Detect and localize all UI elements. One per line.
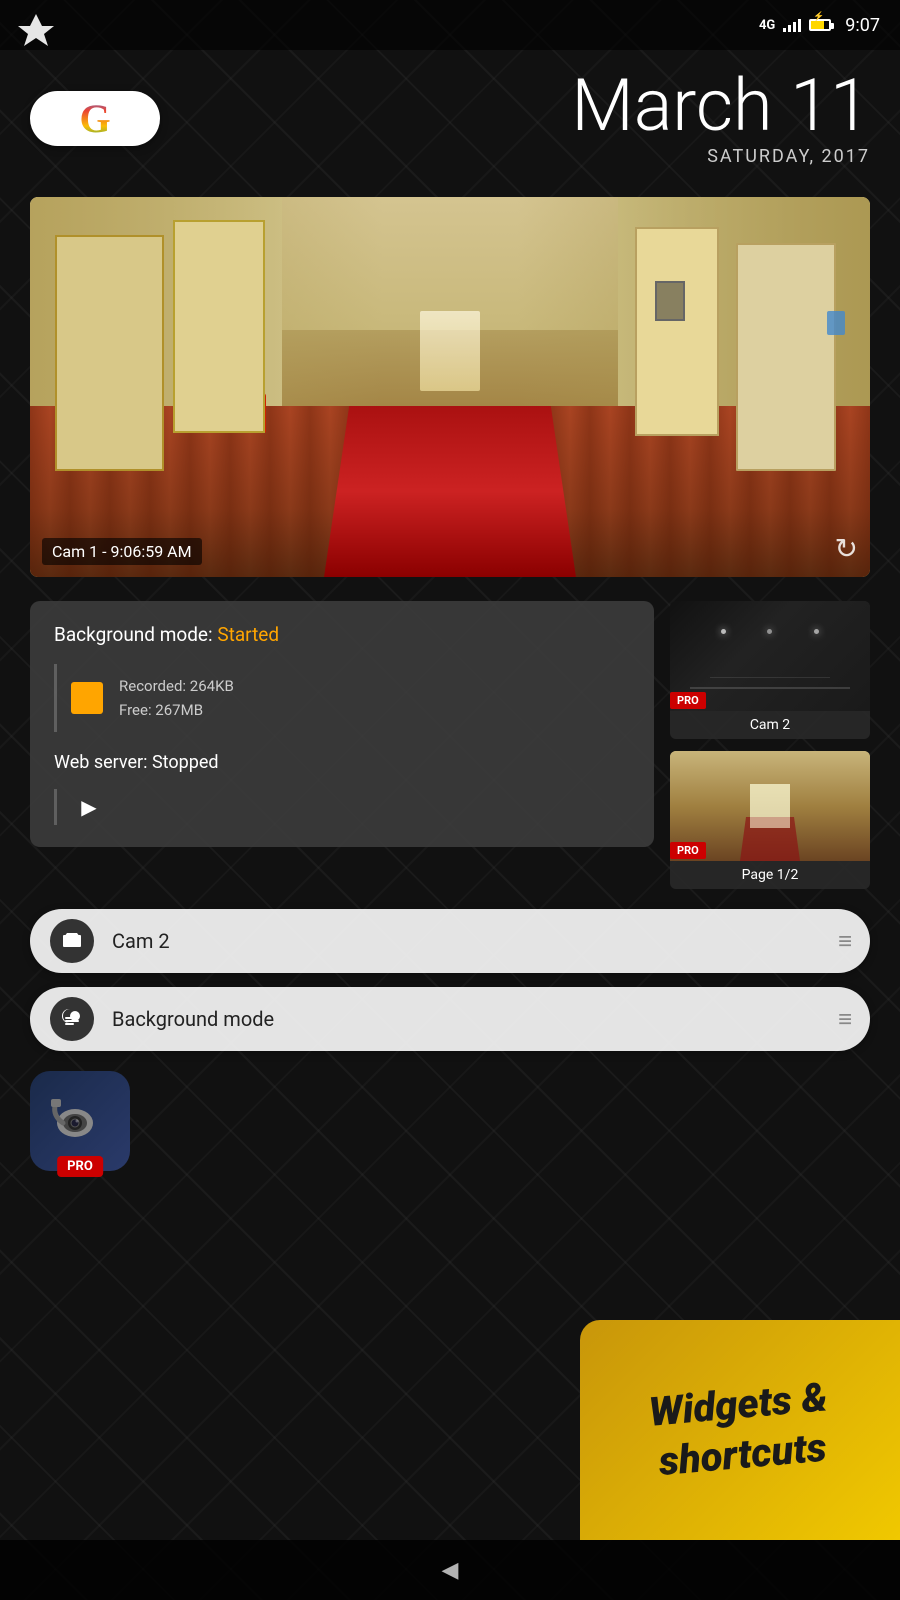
- bottom-area: PRO: [30, 1071, 870, 1171]
- sign-icon: [827, 311, 845, 335]
- background-mode-shortcut-label: Background mode: [112, 1007, 838, 1031]
- camera-feed[interactable]: 135 Cam 1 - 9:06:59 AM ↻: [30, 197, 870, 577]
- door-left: [55, 235, 164, 471]
- date-area: March 11 SATURDAY, 2017: [571, 70, 870, 167]
- widgets-promo-banner: Widgets &shortcuts: [580, 1320, 900, 1540]
- web-server-controls: ▶: [54, 789, 630, 825]
- door-right-2: [635, 227, 719, 436]
- door-right: [736, 243, 837, 471]
- notification-icon: [18, 12, 54, 52]
- cam2-label: Cam 2: [670, 711, 870, 739]
- time-display: 9:07: [845, 15, 880, 36]
- battery-icon: ⚡: [809, 19, 831, 31]
- cam-timestamp: Cam 1 - 9:06:59 AM: [42, 538, 202, 565]
- background-mode-card: Background mode: Started Recorded: 264KB…: [30, 601, 654, 847]
- day-display: SATURDAY, 2017: [571, 146, 870, 167]
- background-mode-stats: Recorded: 264KB Free: 267MB: [54, 664, 630, 732]
- background-mode-title: Background mode: Started: [54, 623, 630, 646]
- cam-thumbnails: PRO Cam 2 PRO Page 1/2: [670, 601, 870, 889]
- google-logo: G: [79, 95, 110, 142]
- cam2-thumbnail[interactable]: PRO Cam 2: [670, 601, 870, 739]
- app-icon-wrap[interactable]: PRO: [30, 1071, 130, 1171]
- back-button[interactable]: ◀: [442, 1558, 459, 1583]
- promo-text: Widgets &shortcuts: [636, 1362, 845, 1499]
- cam2-shortcut-label: Cam 2: [112, 929, 838, 953]
- background-mode-status: Started: [217, 623, 279, 646]
- stats-text: Recorded: 264KB Free: 267MB: [119, 674, 234, 722]
- web-server-status: Web server: Stopped: [54, 752, 630, 773]
- network-type-label: 4G: [759, 18, 775, 33]
- background-mode-shortcut[interactable]: Background mode ≡: [30, 987, 870, 1051]
- shortcut-buttons: Cam 2 ≡ Background mode ≡: [30, 909, 870, 1051]
- cam2-shortcut[interactable]: Cam 2 ≡: [30, 909, 870, 973]
- picture-frame: [655, 281, 685, 321]
- security-cam-icon: [45, 1091, 115, 1151]
- camera-icon: [60, 929, 84, 953]
- cam2-shortcut-menu-icon[interactable]: ≡: [838, 927, 850, 956]
- pro-badge-cam2: PRO: [670, 692, 706, 709]
- date-display: March 11: [571, 70, 870, 142]
- page-label: Page 1/2: [670, 861, 870, 889]
- sleep-icon: [60, 1007, 84, 1031]
- bottom-navigation: ◀: [0, 1540, 900, 1600]
- background-mode-shortcut-icon: [50, 997, 94, 1041]
- control-panel: Background mode: Started Recorded: 264KB…: [30, 601, 870, 889]
- cam-refresh-button[interactable]: ↻: [835, 532, 858, 565]
- cam2-shortcut-icon: [50, 919, 94, 963]
- recording-indicator: [71, 682, 103, 714]
- google-search-button[interactable]: G: [30, 91, 160, 146]
- play-button[interactable]: ▶: [71, 789, 107, 825]
- status-bar: 4G ⚡ 9:07: [0, 0, 900, 50]
- pro-badge-app: PRO: [57, 1156, 103, 1177]
- pro-badge-page: PRO: [670, 842, 706, 859]
- door-left-2: [173, 220, 265, 433]
- header-area: G March 11 SATURDAY, 2017: [0, 50, 900, 177]
- page-indicator[interactable]: PRO Page 1/2: [670, 751, 870, 889]
- background-mode-menu-icon[interactable]: ≡: [838, 1005, 850, 1034]
- signal-strength-icon: [783, 18, 801, 32]
